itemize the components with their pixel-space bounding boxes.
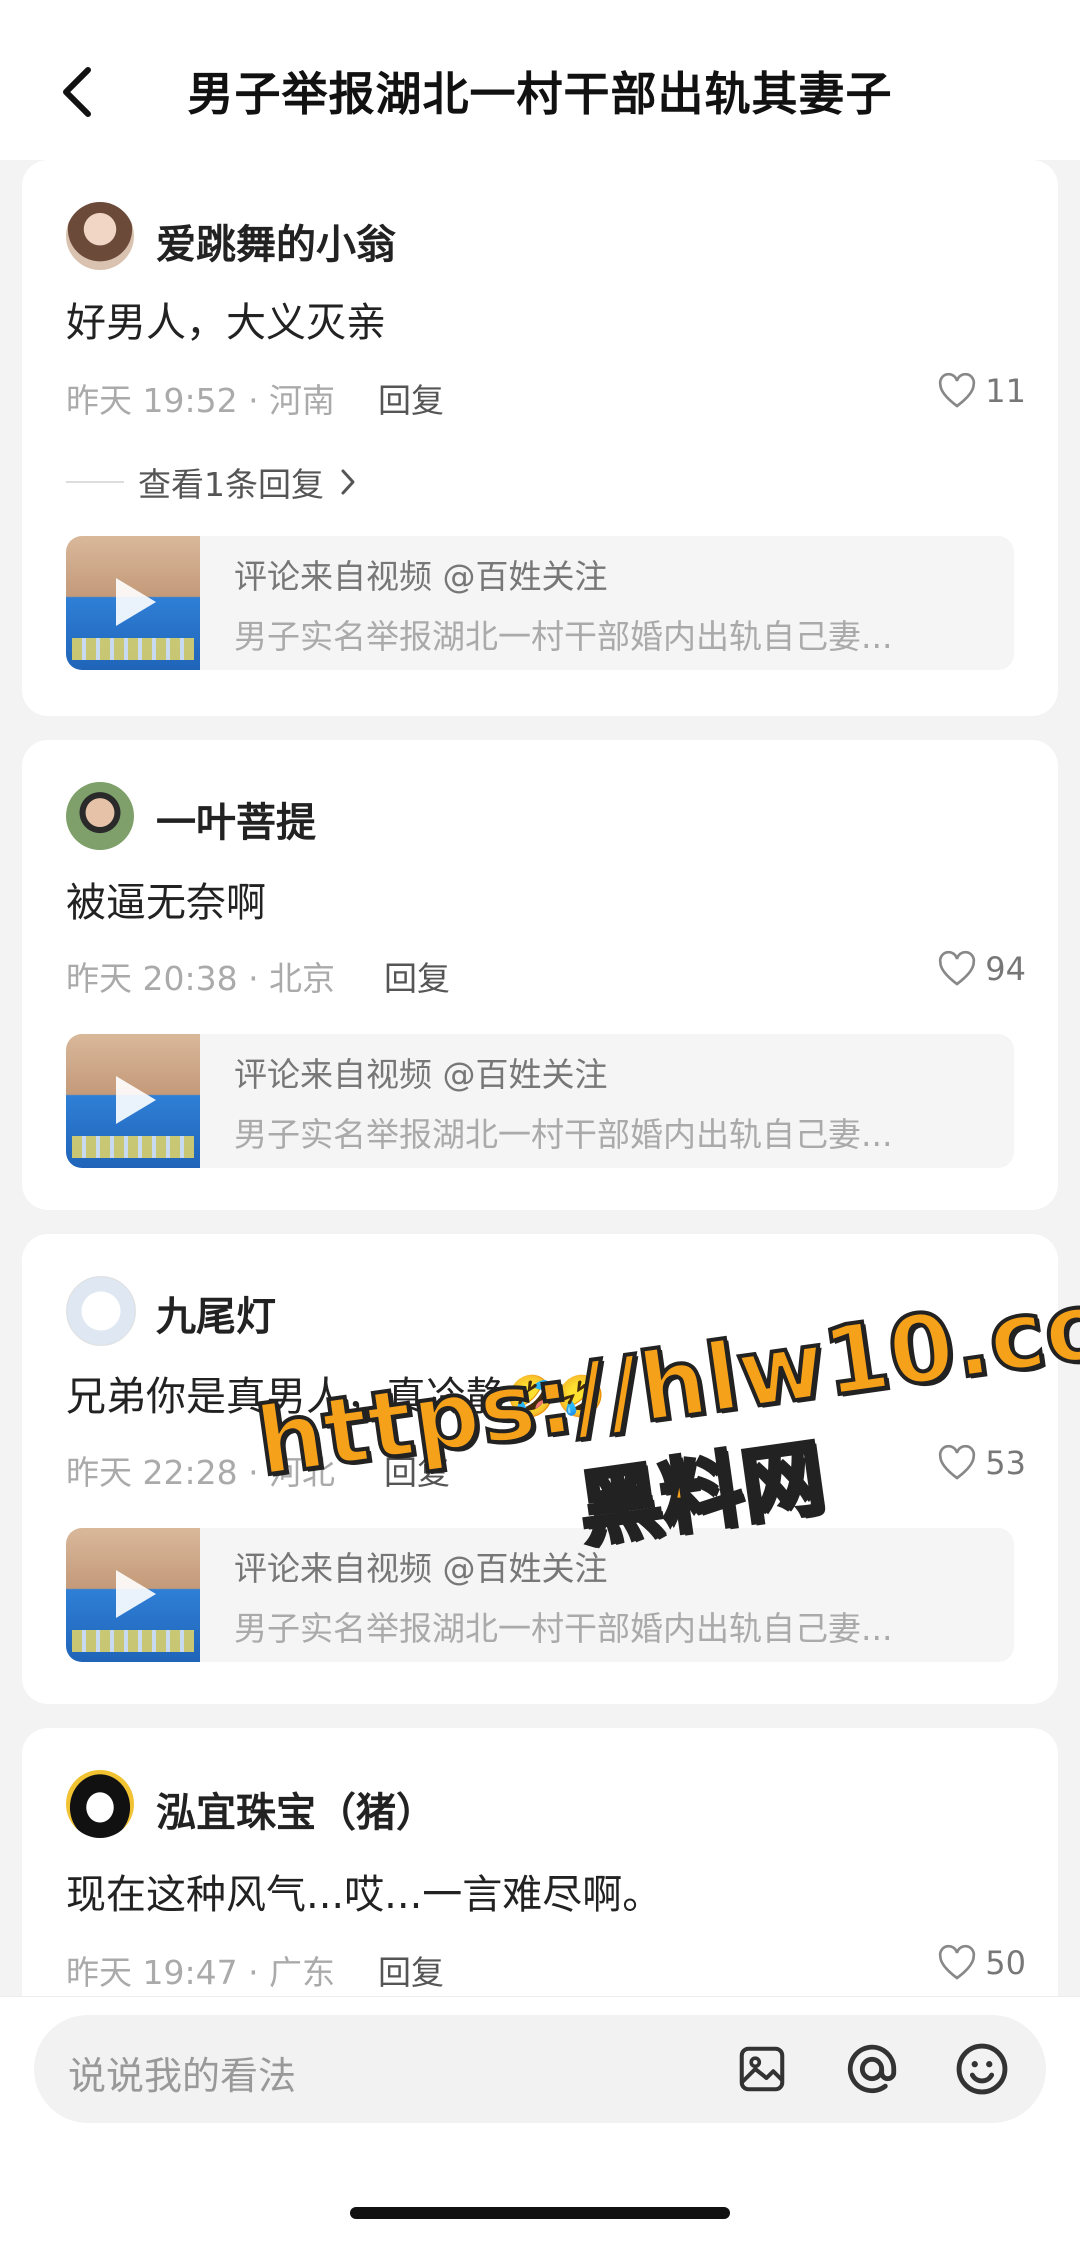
video-description: 男子实名举报湖北一村干部婚内出轨自己妻... (234, 617, 893, 656)
heart-icon (939, 372, 976, 408)
mention-button[interactable] (842, 2039, 902, 2099)
video-thumbnail[interactable] (66, 1528, 200, 1662)
play-icon (116, 1076, 156, 1124)
username[interactable]: 泓宜珠宝（猪） (156, 1780, 436, 1838)
user-avatar[interactable] (66, 1770, 134, 1838)
video-source: 评论来自视频 @百姓关注 (234, 1055, 608, 1094)
thumbnail-caption (72, 1136, 194, 1158)
user-avatar[interactable] (66, 1276, 136, 1346)
thumbnail-caption (72, 638, 194, 660)
heart-icon (939, 1944, 976, 1980)
comment-text: 现在这种风气...哎...一言难尽啊。 (66, 1872, 663, 1918)
page-title: 男子举报湖北一村干部出轨其妻子 (187, 67, 893, 121)
reply-button[interactable]: 回复 (378, 1946, 444, 1994)
comment-card: 爱跳舞的小翁 好男人，大义灭亲 昨天 19:52 · 河南 回复 11 查看1条… (22, 160, 1058, 716)
reply-button[interactable]: 回复 (378, 374, 444, 422)
username[interactable]: 一叶菩提 (156, 790, 316, 848)
video-thumbnail[interactable] (66, 1034, 200, 1168)
video-source: 评论来自视频 @百姓关注 (234, 557, 608, 596)
image-icon (739, 2046, 785, 2092)
smiley-icon (956, 2043, 1008, 2095)
comment-meta: 昨天 19:52 · 河南 (66, 381, 336, 420)
comment-meta: 昨天 20:38 · 北京 (66, 959, 336, 998)
like-count: 94 (985, 950, 1026, 988)
like-button[interactable]: 50 (937, 1944, 1026, 1982)
video-description: 男子实名举报湖北一村干部婚内出轨自己妻... (234, 1115, 893, 1154)
comment-card: 泓宜珠宝（猪） 现在这种风气...哎...一言难尽啊。 昨天 19:47 · 广… (22, 1728, 1058, 2028)
heart-icon (939, 950, 976, 986)
user-avatar[interactable] (66, 202, 134, 270)
emoji-button[interactable] (952, 2039, 1012, 2099)
comment-input-bar: 说说我的看法 (0, 1996, 1080, 2243)
play-icon (116, 1570, 156, 1618)
comment-meta: 昨天 19:47 · 广东 (66, 1953, 336, 1992)
video-thumbnail[interactable] (66, 536, 200, 670)
comment-input-placeholder: 说说我的看法 (68, 2054, 297, 2098)
comment-text: 被逼无奈啊 (66, 880, 266, 926)
reply-button[interactable]: 回复 (384, 952, 450, 1000)
thumbnail-caption (72, 1630, 194, 1652)
video-reference[interactable]: 评论来自视频 @百姓关注 男子实名举报湖北一村干部婚内出轨自己妻... (66, 536, 1014, 670)
username[interactable]: 爱跳舞的小翁 (156, 212, 396, 270)
view-replies-link[interactable]: 查看1条回复 (66, 458, 358, 506)
view-replies-label: 查看1条回复 (138, 465, 324, 504)
divider (66, 481, 124, 483)
at-sign-icon (847, 2044, 897, 2094)
like-count: 50 (985, 1944, 1026, 1982)
comment-card: 一叶菩提 被逼无奈啊 昨天 20:38 · 北京 回复 94 评论来自视频 @百… (22, 740, 1058, 1210)
like-count: 11 (985, 372, 1026, 410)
chevron-right-icon (341, 469, 355, 495)
video-reference[interactable]: 评论来自视频 @百姓关注 男子实名举报湖北一村干部婚内出轨自己妻... (66, 1034, 1014, 1168)
comment-input[interactable]: 说说我的看法 (34, 2015, 1046, 2123)
home-indicator (350, 2207, 730, 2219)
play-icon (116, 578, 156, 626)
like-button[interactable]: 94 (937, 950, 1026, 988)
user-avatar[interactable] (66, 782, 134, 850)
like-button[interactable]: 11 (937, 372, 1026, 410)
top-nav-bar: 男子举报湖北一村干部出轨其妻子 (0, 0, 1080, 160)
image-button[interactable] (732, 2039, 792, 2099)
comment-text: 好男人，大义灭亲 (66, 300, 386, 346)
username[interactable]: 九尾灯 (156, 1284, 276, 1342)
